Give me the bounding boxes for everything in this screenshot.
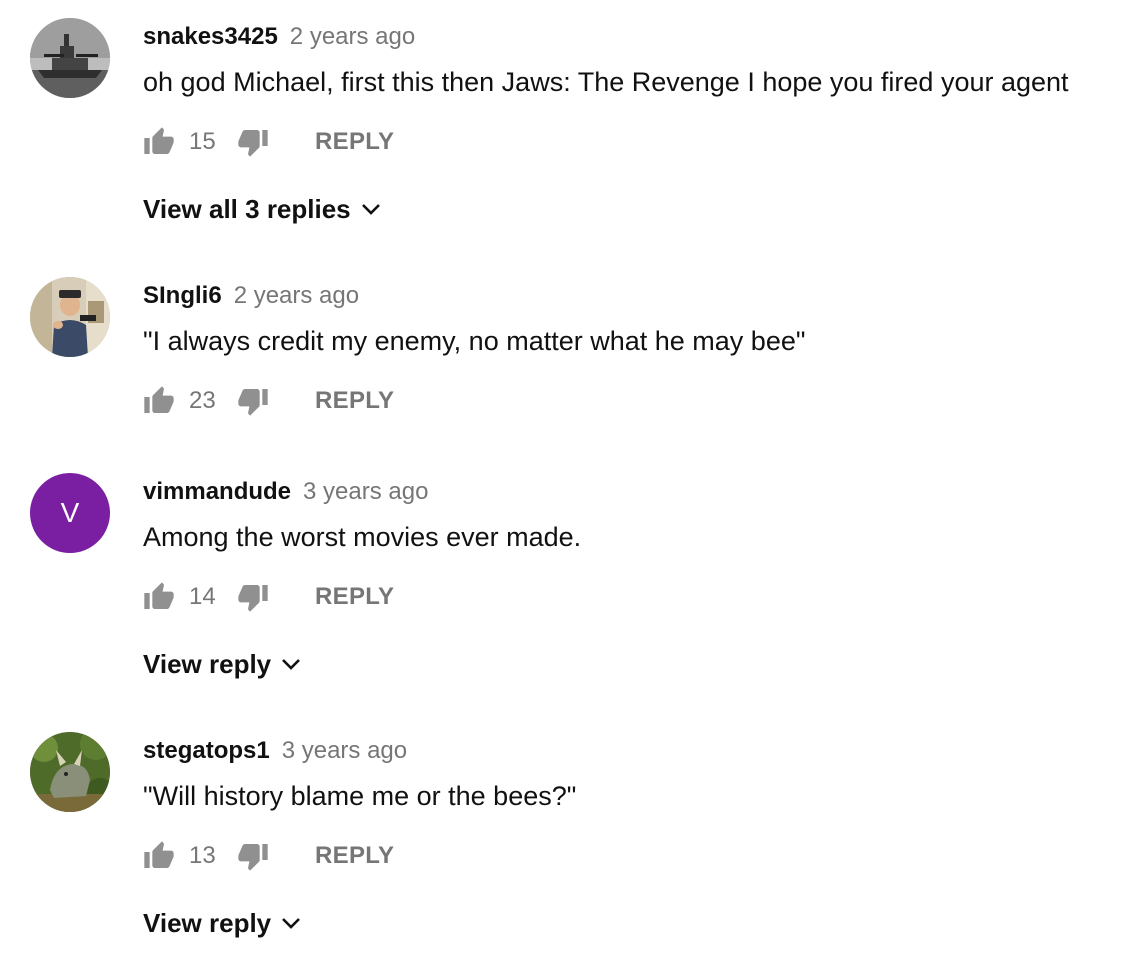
reply-button[interactable]: REPLY: [315, 128, 394, 156]
author-name[interactable]: SIngli6: [143, 282, 222, 309]
comment-header: SIngli6 2 years ago: [143, 279, 359, 313]
view-replies-label: View all 3 replies: [143, 193, 351, 224]
like-count: 13: [189, 842, 216, 869]
chevron-down-icon: [361, 204, 380, 215]
comment-timestamp[interactable]: 3 years ago: [282, 737, 407, 764]
dislike-button[interactable]: [237, 126, 269, 158]
person-photo-icon: [30, 277, 110, 357]
comment-text: oh god Michael, first this then Jaws: Th…: [143, 67, 1069, 97]
view-replies-button[interactable]: View reply: [143, 647, 301, 681]
view-replies-label: View reply: [143, 648, 272, 679]
comment-timestamp[interactable]: 3 years ago: [303, 478, 428, 505]
chevron-down-icon: [282, 918, 301, 929]
dislike-button[interactable]: [237, 385, 269, 417]
like-count: 14: [189, 583, 216, 610]
comment-header: snakes3425 2 years ago: [143, 20, 415, 54]
view-replies-button[interactable]: View all 3 replies: [143, 192, 381, 226]
thumbs-up-icon: [144, 582, 174, 609]
thumbs-down-icon: [238, 844, 268, 871]
comment-header: stegatops1 3 years ago: [143, 734, 407, 768]
thumbs-up-icon: [144, 386, 174, 413]
like-button[interactable]: [143, 385, 175, 417]
thumbs-down-icon: [238, 585, 268, 612]
avatar[interactable]: [30, 18, 110, 98]
battleship-photo-icon: [30, 18, 110, 98]
like-button[interactable]: [143, 581, 175, 613]
comment-text: "Will history blame me or the bees?": [143, 781, 577, 811]
like-button[interactable]: [143, 840, 175, 872]
dislike-button[interactable]: [237, 581, 269, 613]
thumbs-down-icon: [238, 389, 268, 416]
comment-actions: 15 REPLY: [143, 125, 394, 159]
avatar[interactable]: [30, 732, 110, 812]
author-name[interactable]: vimmandude: [143, 478, 291, 505]
comment-actions: 23 REPLY: [143, 384, 394, 418]
like-count: 15: [189, 128, 216, 155]
dislike-button[interactable]: [237, 840, 269, 872]
dinosaur-photo-icon: [30, 732, 110, 812]
comment-text: Among the worst movies ever made.: [143, 522, 582, 552]
view-replies-button[interactable]: View reply: [143, 906, 301, 940]
avatar[interactable]: V: [30, 473, 110, 553]
thumbs-up-icon: [144, 841, 174, 868]
reply-button[interactable]: REPLY: [315, 387, 394, 415]
reply-button[interactable]: REPLY: [315, 842, 394, 870]
comment-actions: 13 REPLY: [143, 839, 394, 873]
avatar[interactable]: [30, 277, 110, 357]
view-replies-label: View reply: [143, 907, 272, 938]
like-count: 23: [189, 387, 216, 414]
reply-button[interactable]: REPLY: [315, 583, 394, 611]
author-name[interactable]: stegatops1: [143, 737, 270, 764]
comment-text: "I always credit my enemy, no matter wha…: [143, 326, 806, 356]
like-button[interactable]: [143, 126, 175, 158]
comment-timestamp[interactable]: 2 years ago: [234, 282, 359, 309]
thumbs-down-icon: [238, 130, 268, 157]
comment-header: vimmandude 3 years ago: [143, 475, 428, 509]
comment-timestamp[interactable]: 2 years ago: [290, 23, 415, 50]
comment-actions: 14 REPLY: [143, 580, 394, 614]
comments-section: snakes3425 2 years ago oh god Michael, fi…: [0, 0, 1140, 970]
thumbs-up-icon: [144, 127, 174, 154]
chevron-down-icon: [282, 659, 301, 670]
avatar-letter: V: [60, 497, 80, 528]
author-name[interactable]: snakes3425: [143, 23, 278, 50]
